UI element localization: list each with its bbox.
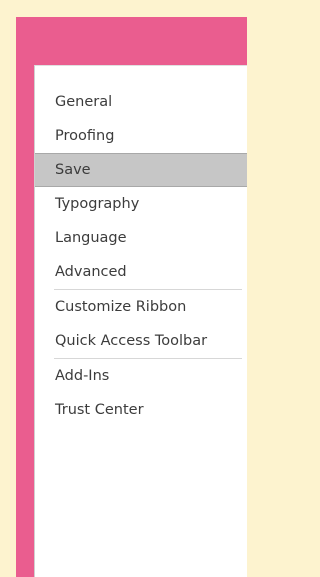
sidebar-item-proofing[interactable]: Proofing: [35, 119, 247, 153]
sidebar-item-trust-center[interactable]: Trust Center: [35, 393, 247, 427]
sidebar-item-add-ins[interactable]: Add-Ins: [35, 359, 247, 393]
options-window: General Proofing Save Typography Languag…: [16, 17, 247, 577]
sidebar-item-save[interactable]: Save: [35, 153, 247, 187]
options-nav: General Proofing Save Typography Languag…: [35, 85, 247, 427]
sidebar-item-language[interactable]: Language: [35, 221, 247, 255]
options-sidebar: General Proofing Save Typography Languag…: [34, 65, 247, 577]
sidebar-item-typography[interactable]: Typography: [35, 187, 247, 221]
sidebar-item-advanced[interactable]: Advanced: [35, 255, 247, 289]
sidebar-item-general[interactable]: General: [35, 85, 247, 119]
sidebar-item-quick-access-toolbar[interactable]: Quick Access Toolbar: [35, 324, 247, 358]
sidebar-item-customize-ribbon[interactable]: Customize Ribbon: [35, 290, 247, 324]
